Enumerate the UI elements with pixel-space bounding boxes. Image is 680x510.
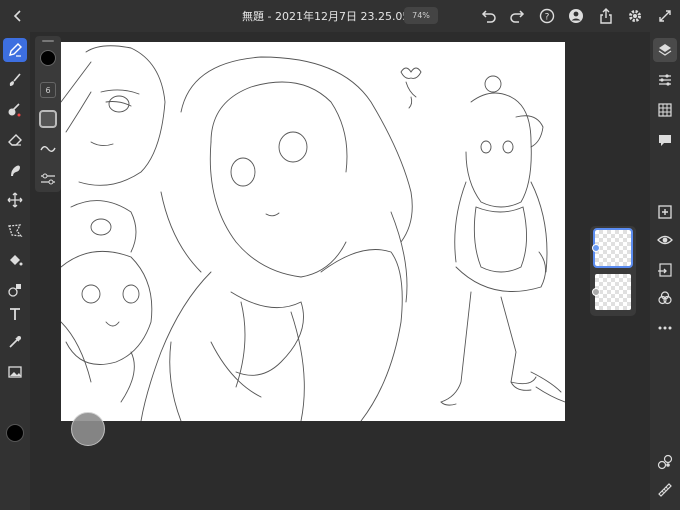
text-icon (10, 308, 20, 320)
image-tool[interactable] (3, 360, 27, 384)
layers-panel (590, 226, 636, 316)
blend-icon (658, 291, 672, 305)
share-button[interactable] (596, 6, 616, 26)
gear-icon (629, 10, 641, 22)
ruler-button[interactable] (653, 478, 677, 502)
sketch-artwork (61, 45, 565, 421)
top-bar: 無題 - 2021年12月7日 23.25.05 * 74% ? (0, 0, 680, 32)
fill-brush-tool[interactable] (3, 98, 27, 122)
eyedropper-tool[interactable] (3, 330, 27, 354)
brush-color-swatch[interactable] (40, 50, 56, 66)
ruler-icon (658, 483, 672, 497)
right-toolbar (650, 32, 680, 510)
undo-button[interactable] (479, 6, 499, 26)
redo-button[interactable] (507, 6, 527, 26)
expand-icon (659, 10, 671, 22)
shapes-panel-button[interactable] (653, 450, 677, 474)
more-icon (658, 326, 672, 330)
undo-icon (481, 10, 496, 23)
grid-icon (658, 103, 672, 117)
settings-button[interactable] (625, 6, 645, 26)
share-icon (600, 8, 612, 24)
redo-icon (510, 10, 525, 23)
smudge-tool[interactable] (3, 158, 27, 182)
current-color-swatch[interactable] (6, 424, 24, 442)
adjustments-icon (659, 74, 671, 86)
import-button[interactable] (653, 258, 677, 282)
move-icon (7, 192, 23, 208)
eye-icon (657, 235, 673, 245)
wave-icon (40, 146, 56, 152)
eraser-tool[interactable] (3, 128, 27, 152)
drawing-canvas[interactable] (61, 42, 565, 421)
layer-indicator (592, 288, 600, 296)
account-button[interactable] (566, 6, 586, 26)
chevron-left-icon (13, 10, 21, 22)
help-button[interactable]: ? (537, 6, 557, 26)
text-tool[interactable] (3, 302, 27, 326)
adjustments-button[interactable] (653, 68, 677, 92)
visibility-button[interactable] (653, 228, 677, 252)
grid-button[interactable] (653, 98, 677, 122)
panel-grip[interactable] (42, 40, 54, 42)
more-button[interactable] (653, 316, 677, 340)
pencil-icon (9, 43, 22, 57)
lasso-tool[interactable] (3, 218, 27, 242)
shapes-icon (8, 284, 21, 297)
comment-icon (659, 135, 671, 146)
shapes-icon (657, 454, 673, 470)
active-layer-indicator (592, 244, 600, 252)
fill-brush-icon (8, 103, 21, 117)
lasso-icon (8, 224, 23, 237)
blend-button[interactable] (653, 286, 677, 310)
shapes-tool[interactable] (3, 278, 27, 302)
back-button[interactable] (8, 6, 28, 26)
zoom-indicator[interactable]: 74% (404, 7, 438, 24)
touch-shortcut-button[interactable] (71, 412, 105, 446)
fullscreen-button[interactable] (655, 6, 675, 26)
user-icon (569, 9, 583, 23)
import-icon (658, 263, 672, 277)
smudge-icon (11, 165, 20, 176)
layers-button[interactable] (653, 38, 677, 62)
layer-thumbnail-1[interactable] (593, 228, 633, 268)
eyedropper-icon (9, 336, 21, 348)
add-layer-icon (658, 205, 672, 219)
layers-icon (658, 44, 672, 56)
document-title[interactable]: 無題 - 2021年12月7日 23.25.05 * (242, 8, 418, 24)
layer-thumbnail-2[interactable] (595, 274, 631, 310)
brush-icon (9, 73, 21, 86)
tool-properties-panel: 6 (35, 36, 61, 192)
help-icon: ? (539, 8, 555, 24)
paint-bucket-tool[interactable] (3, 248, 27, 272)
brush-size-value[interactable]: 6 (40, 82, 56, 98)
left-toolbar (0, 32, 30, 510)
brush-settings-button[interactable] (39, 170, 57, 188)
paint-bucket-icon (10, 255, 23, 266)
brush-preview-button[interactable] (39, 110, 57, 128)
svg-text:?: ? (545, 13, 550, 23)
stroke-settings-button[interactable] (39, 140, 57, 158)
app-window: 無題 - 2021年12月7日 23.25.05 * 74% ? 6 (0, 0, 680, 510)
eraser-icon (8, 134, 22, 146)
pencil-tool[interactable] (3, 38, 27, 62)
add-layer-button[interactable] (653, 200, 677, 224)
brush-tool[interactable] (3, 68, 27, 92)
sliders-icon (41, 173, 55, 185)
comments-button[interactable] (653, 128, 677, 152)
image-icon (8, 366, 22, 378)
move-tool[interactable] (3, 188, 27, 212)
